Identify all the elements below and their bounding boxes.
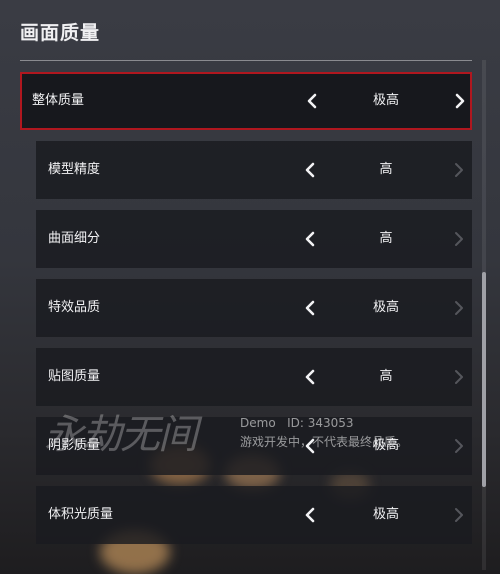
setting-row-effects-quality[interactable]: 特效品质 极高 xyxy=(36,279,472,337)
section-title: 画面质量 xyxy=(20,22,101,44)
setting-label: 贴图质量 xyxy=(48,369,101,384)
chevron-right-icon[interactable] xyxy=(449,486,469,544)
chevron-right-icon[interactable] xyxy=(449,141,469,199)
setting-label: 整体质量 xyxy=(32,93,85,108)
setting-row-texture-quality[interactable]: 贴图质量 高 xyxy=(36,348,472,406)
chevron-right-icon[interactable] xyxy=(449,279,469,337)
watermark-text: Demo ID: 343053 游戏开发中，不代表最终品质。 xyxy=(240,414,408,452)
setting-value: 极高 xyxy=(372,507,399,522)
setting-label: 特效品质 xyxy=(48,300,101,315)
watermark-demo-id: Demo ID: 343053 xyxy=(240,416,354,430)
chevron-left-icon[interactable] xyxy=(300,210,320,268)
setting-value: 极高 xyxy=(372,93,399,108)
setting-value: 极高 xyxy=(372,300,399,315)
setting-value: 高 xyxy=(379,231,393,246)
setting-value: 高 xyxy=(379,369,393,384)
setting-row-volumetric-light-quality[interactable]: 体积光质量 极高 xyxy=(36,486,472,544)
setting-row-model-precision[interactable]: 模型精度 高 xyxy=(36,141,472,199)
chevron-left-icon[interactable] xyxy=(300,141,320,199)
setting-row-tessellation[interactable]: 曲面细分 高 xyxy=(36,210,472,268)
watermark-logo: 永劫无间 xyxy=(44,412,198,458)
chevron-left-icon[interactable] xyxy=(300,348,320,406)
chevron-right-icon[interactable] xyxy=(449,417,469,475)
setting-label: 模型精度 xyxy=(48,162,101,177)
chevron-left-icon[interactable] xyxy=(300,279,320,337)
setting-value: 高 xyxy=(379,162,393,177)
chevron-left-icon[interactable] xyxy=(302,74,322,128)
setting-row-overall-quality[interactable]: 整体质量 极高 xyxy=(20,72,472,130)
watermark-disclaimer: 游戏开发中，不代表最终品质。 xyxy=(240,435,409,449)
chevron-left-icon[interactable] xyxy=(300,486,320,544)
chevron-right-icon[interactable] xyxy=(450,74,470,128)
setting-label: 曲面细分 xyxy=(48,231,101,246)
setting-label: 体积光质量 xyxy=(48,507,114,522)
title-divider xyxy=(20,60,472,61)
scrollbar-thumb[interactable] xyxy=(482,272,486,487)
chevron-right-icon[interactable] xyxy=(449,210,469,268)
chevron-right-icon[interactable] xyxy=(449,348,469,406)
